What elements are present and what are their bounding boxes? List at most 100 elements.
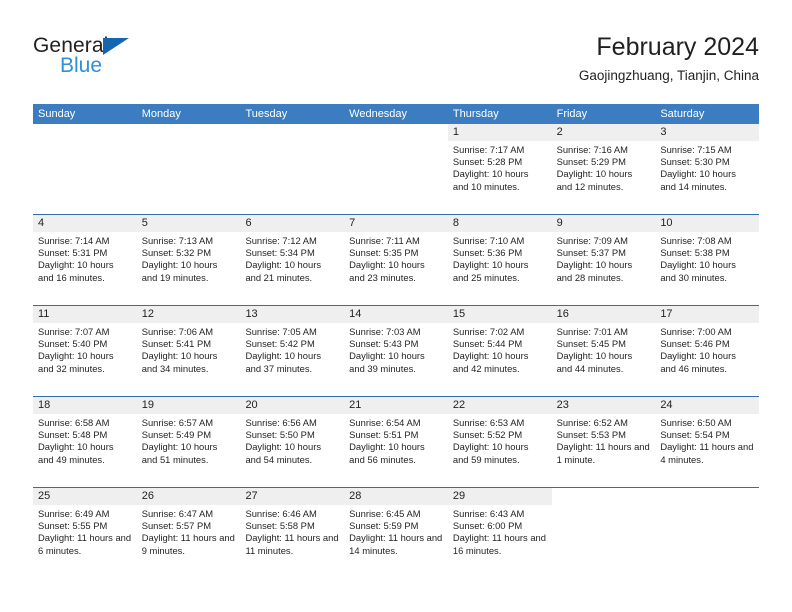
day-number[interactable]: 12 xyxy=(137,306,241,323)
day-number[interactable]: 10 xyxy=(655,215,759,232)
day-cell[interactable]: Sunrise: 7:15 AM Sunset: 5:30 PM Daylight:… xyxy=(655,141,759,214)
weekday-header-thursday: Thursday xyxy=(452,108,499,120)
day-number[interactable]: 18 xyxy=(33,397,137,414)
sunrise-text: Sunrise: 7:03 AM xyxy=(349,326,421,337)
day-number[interactable]: 16 xyxy=(552,306,656,323)
day-cell[interactable]: Sunrise: 7:11 AM Sunset: 5:35 PM Daylight:… xyxy=(344,232,448,305)
day-cell[interactable]: Sunrise: 7:08 AM Sunset: 5:38 PM Daylight:… xyxy=(655,232,759,305)
day-number[interactable]: 13 xyxy=(240,306,344,323)
sunrise-text: Sunrise: 6:53 AM xyxy=(452,417,525,428)
day-number[interactable]: 19 xyxy=(137,397,241,414)
day-number[interactable]: 8 xyxy=(448,215,552,232)
day-cell[interactable]: Sunrise: 6:50 AM Sunset: 5:54 PM Daylight:… xyxy=(655,414,759,487)
sunrise-text: Sunrise: 6:46 AM xyxy=(245,508,317,519)
weekday-header-monday: Monday xyxy=(141,108,181,120)
daylight-text: Daylight: 11 hours and 4 minutes. xyxy=(660,441,754,465)
day-number[interactable]: 26 xyxy=(137,488,241,505)
day-cell[interactable]: Sunrise: 6:57 AM Sunset: 5:49 PM Daylight:… xyxy=(137,414,241,487)
general-blue-logo[interactable]: General Blue xyxy=(33,34,233,90)
week-date-number-row: 25 26 27 28 29 xyxy=(33,488,760,505)
day-number[interactable]: 14 xyxy=(344,306,448,323)
day-number[interactable]: 1 xyxy=(448,124,552,141)
daylight-text: Daylight: 11 hours and 16 minutes. xyxy=(452,532,546,556)
sunset-text: Sunset: 5:29 PM xyxy=(556,156,626,168)
sunrise-text: Sunrise: 7:13 AM xyxy=(141,235,214,246)
day-number[interactable]: 4 xyxy=(33,215,137,232)
sunset-text: Sunset: 5:38 PM xyxy=(660,247,730,259)
day-number[interactable]: 29 xyxy=(448,488,552,505)
day-cell[interactable]: Sunrise: 7:16 AM Sunset: 5:29 PM Daylight:… xyxy=(552,141,656,214)
sunrise-text: Sunrise: 7:10 AM xyxy=(452,235,525,246)
day-cell[interactable]: Sunrise: 7:13 AM Sunset: 5:32 PM Daylight:… xyxy=(137,232,241,305)
daylight-text: Daylight: 10 hours and 23 minutes. xyxy=(349,259,425,283)
calendar-week-row: 11 12 13 14 15 16 17 Sunrise: 7:07 AM Sunset: 5:… xyxy=(33,305,759,396)
day-number[interactable]: 3 xyxy=(655,124,759,141)
sunrise-text: Sunrise: 7:06 AM xyxy=(141,326,214,337)
day-cell-empty xyxy=(137,141,241,214)
day-cell[interactable]: Sunrise: 6:46 AM Sunset: 5:58 PM Daylight:… xyxy=(240,505,344,578)
day-number[interactable]: 7 xyxy=(344,215,448,232)
day-cell[interactable]: Sunrise: 6:58 AM Sunset: 5:48 PM Daylight:… xyxy=(33,414,137,487)
sunrise-text: Sunrise: 7:14 AM xyxy=(38,235,110,246)
day-cell[interactable]: Sunrise: 6:45 AM Sunset: 5:59 PM Daylight:… xyxy=(344,505,448,578)
day-cell[interactable]: Sunrise: 6:49 AM Sunset: 5:55 PM Daylight:… xyxy=(33,505,137,578)
day-number[interactable]: 22 xyxy=(448,397,552,414)
day-cell[interactable]: Sunrise: 6:53 AM Sunset: 5:52 PM Daylight:… xyxy=(448,414,552,487)
day-cell[interactable]: Sunrise: 7:03 AM Sunset: 5:43 PM Daylight:… xyxy=(344,323,448,396)
daylight-text: Daylight: 10 hours and 54 minutes. xyxy=(245,441,322,465)
day-number[interactable]: 2 xyxy=(552,124,656,141)
day-number[interactable]: 11 xyxy=(33,306,137,323)
day-number[interactable]: 25 xyxy=(33,488,137,505)
daylight-text: Daylight: 10 hours and 30 minutes. xyxy=(660,259,736,283)
day-cell[interactable]: Sunrise: 7:06 AM Sunset: 5:41 PM Daylight:… xyxy=(137,323,241,396)
sunset-text: Sunset: 5:44 PM xyxy=(452,338,523,350)
calendar-weeks: 1 2 3 Sunrise: 7:17 AM Sunset: 5:28 PM Daylig… xyxy=(33,124,760,578)
day-cell[interactable]: Sunrise: 7:07 AM Sunset: 5:40 PM Daylight:… xyxy=(33,323,137,396)
day-number[interactable]: 28 xyxy=(344,488,448,505)
day-number[interactable]: 5 xyxy=(137,215,241,232)
daylight-text: Daylight: 10 hours and 49 minutes. xyxy=(38,441,114,465)
sunset-text: Sunset: 6:00 PM xyxy=(452,520,523,532)
day-number[interactable]: 24 xyxy=(655,397,759,414)
sunrise-text: Sunrise: 7:01 AM xyxy=(556,326,628,337)
daylight-text: Daylight: 11 hours and 9 minutes. xyxy=(141,532,235,556)
day-number[interactable]: 9 xyxy=(552,215,656,232)
day-cell[interactable]: Sunrise: 6:43 AM Sunset: 6:00 PM Daylight:… xyxy=(448,505,552,578)
day-number[interactable]: 15 xyxy=(448,306,552,323)
day-cell[interactable]: Sunrise: 7:10 AM Sunset: 5:36 PM Daylight:… xyxy=(448,232,552,305)
sunset-text: Sunset: 5:55 PM xyxy=(38,520,108,532)
sunrise-text: Sunrise: 6:58 AM xyxy=(38,417,110,428)
day-cell[interactable]: Sunrise: 7:00 AM Sunset: 5:46 PM Daylight:… xyxy=(655,323,759,396)
day-cell[interactable]: Sunrise: 6:52 AM Sunset: 5:53 PM Daylight:… xyxy=(552,414,656,487)
day-number[interactable]: 20 xyxy=(240,397,344,414)
daylight-text: Daylight: 11 hours and 1 minute. xyxy=(556,441,650,465)
day-cell[interactable]: Sunrise: 7:05 AM Sunset: 5:42 PM Daylight:… xyxy=(240,323,344,396)
day-number[interactable]: 27 xyxy=(240,488,344,505)
day-number[interactable]: 6 xyxy=(240,215,344,232)
day-cell[interactable]: Sunrise: 7:01 AM Sunset: 5:45 PM Daylight:… xyxy=(552,323,656,396)
day-cell[interactable]: Sunrise: 7:12 AM Sunset: 5:34 PM Daylight:… xyxy=(240,232,344,305)
calendar-week-row: 25 26 27 28 29 Sunrise: 6:49 AM Sunset: 5:55 P… xyxy=(33,487,760,578)
day-cell[interactable]: Sunrise: 7:09 AM Sunset: 5:37 PM Daylight:… xyxy=(552,232,656,305)
day-number[interactable]: 21 xyxy=(344,397,448,414)
day-cell[interactable]: Sunrise: 6:47 AM Sunset: 5:57 PM Daylight:… xyxy=(137,505,241,578)
daylight-text: Daylight: 10 hours and 12 minutes. xyxy=(556,168,633,192)
day-cell[interactable]: Sunrise: 6:54 AM Sunset: 5:51 PM Daylight:… xyxy=(344,414,448,487)
daylight-text: Daylight: 10 hours and 21 minutes. xyxy=(245,259,322,283)
sunset-text: Sunset: 5:59 PM xyxy=(349,520,419,532)
day-cell-empty xyxy=(344,141,448,214)
day-cell[interactable]: Sunrise: 7:02 AM Sunset: 5:44 PM Daylight:… xyxy=(448,323,552,396)
day-cell[interactable]: Sunrise: 7:14 AM Sunset: 5:31 PM Daylight:… xyxy=(33,232,137,305)
sunset-text: Sunset: 5:45 PM xyxy=(556,338,626,350)
sunrise-text: Sunrise: 7:05 AM xyxy=(245,326,317,337)
sunset-text: Sunset: 5:41 PM xyxy=(141,338,212,350)
day-number[interactable]: 23 xyxy=(552,397,656,414)
day-cell-empty xyxy=(655,505,760,578)
sunrise-text: Sunrise: 7:02 AM xyxy=(452,326,525,337)
sunrise-text: Sunrise: 7:12 AM xyxy=(245,235,317,246)
day-number[interactable]: 17 xyxy=(655,306,759,323)
daylight-text: Daylight: 10 hours and 34 minutes. xyxy=(141,350,218,374)
day-cell[interactable]: Sunrise: 6:56 AM Sunset: 5:50 PM Daylight:… xyxy=(240,414,344,487)
day-cell[interactable]: Sunrise: 7:17 AM Sunset: 5:28 PM Daylight:… xyxy=(448,141,552,214)
weekday-header-wednesday: Wednesday xyxy=(349,108,408,120)
